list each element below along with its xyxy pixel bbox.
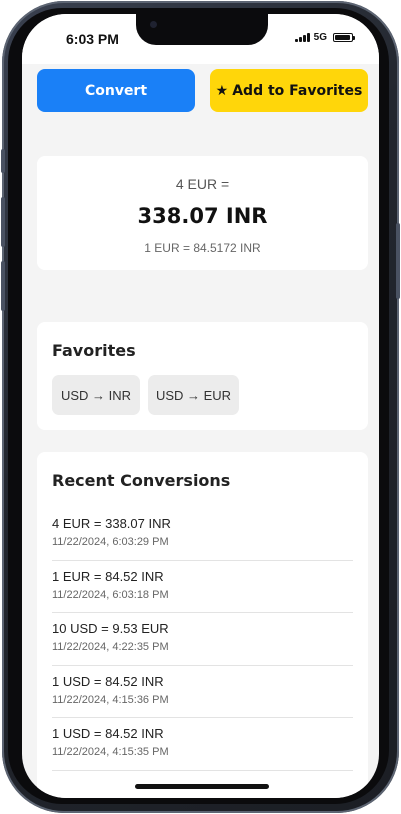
volume-down-button: [1, 261, 5, 311]
status-bar: 6:03 PM 5G: [22, 14, 379, 64]
add-to-favorites-label: Add to Favorites: [232, 82, 363, 99]
conversion-timestamp: 11/22/2024, 6:03:18 PM: [52, 588, 169, 601]
conversion-text: 10 USD = 9.53 EUR: [52, 621, 169, 636]
favorites-title: Favorites: [52, 341, 136, 360]
recent-conversions-title: Recent Conversions: [52, 471, 231, 490]
app-screen: 6:03 PM 5G Convert ★ Add to Favorites 4 …: [22, 14, 379, 798]
exchange-rate: 1 EUR = 84.5172 INR: [144, 241, 261, 255]
conversion-timestamp: 11/22/2024, 4:15:36 PM: [52, 693, 169, 706]
home-indicator[interactable]: [135, 784, 269, 789]
list-item[interactable]: 4 EUR = 338.07 INR 11/22/2024, 6:03:29 P…: [52, 508, 353, 561]
power-button: [396, 223, 400, 299]
conversion-timestamp: 11/22/2024, 4:22:35 PM: [52, 641, 169, 653]
signal-icon: [294, 33, 310, 42]
list-item[interactable]: 10 USD = 9.53 EUR 11/22/2024, 4:22:35 PM: [52, 613, 353, 666]
conversion-text: 1 USD = 84.52 INR: [52, 726, 164, 741]
conversion-timestamp: 11/22/2024, 6:03:29 PM: [52, 536, 169, 548]
favorite-chip-usd-eur[interactable]: USD → EUR: [148, 375, 239, 415]
favorites-card: Favorites USD → INR USD → EUR: [37, 322, 368, 430]
star-icon: ★: [215, 82, 229, 99]
conversion-text: 1 USD = 84.52 INR: [52, 673, 164, 689]
favorite-chip-usd-inr[interactable]: USD → INR: [52, 375, 140, 415]
list-item[interactable]: 1 USD = 84.52 INR 11/22/2024, 4:15:36 PM: [52, 666, 353, 718]
volume-up-button: [1, 197, 5, 247]
notch: [136, 14, 268, 45]
result-input: 4 EUR =: [175, 176, 230, 192]
result-output: 338.07 INR: [137, 204, 268, 228]
camera-icon: [150, 21, 157, 28]
conversion-text: 1 EUR = 84.52 INR: [52, 568, 164, 584]
list-item[interactable]: 1 EUR = 84.52 INR 11/22/2024, 6:03:18 PM: [52, 561, 353, 613]
favorite-chip-label: USD → EUR: [155, 387, 232, 403]
status-indicators: 5G: [294, 32, 355, 43]
favorite-chip-label: USD → INR: [60, 387, 132, 403]
conversion-timestamp: 11/22/2024, 4:15:35 PM: [52, 746, 169, 758]
convert-button-label: Convert: [84, 82, 148, 99]
add-to-favorites-button[interactable]: ★ Add to Favorites: [210, 69, 368, 112]
status-time: 6:03 PM: [66, 31, 119, 47]
mute-switch: [1, 149, 5, 173]
convert-button[interactable]: Convert: [37, 69, 195, 112]
list-item[interactable]: 1 USD = 84.52 INR 11/22/2024, 4:15:35 PM: [52, 718, 353, 771]
conversion-text: 4 EUR = 338.07 INR: [52, 516, 171, 531]
recent-conversions-list: 4 EUR = 338.07 INR 11/22/2024, 6:03:29 P…: [52, 508, 353, 771]
network-type: 5G: [313, 32, 327, 43]
battery-icon: [333, 33, 355, 42]
result-card: 4 EUR = 338.07 INR 1 EUR = 84.5172 INR: [37, 156, 368, 270]
recent-conversions-card: Recent Conversions 4 EUR = 338.07 INR 11…: [37, 452, 368, 798]
